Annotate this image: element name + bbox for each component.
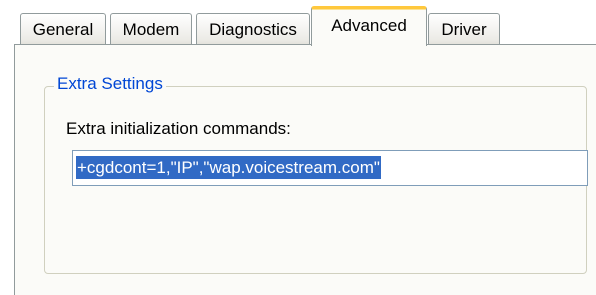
tab-modem[interactable]: Modem: [110, 13, 192, 44]
tab-advanced[interactable]: Advanced: [311, 6, 427, 46]
extra-init-commands-label: Extra initialization commands:: [66, 119, 291, 138]
tab-driver[interactable]: Driver: [428, 13, 500, 44]
tab-diagnostics[interactable]: Diagnostics: [196, 13, 310, 44]
tab-general[interactable]: General: [20, 13, 106, 44]
properties-dialog: General Modem Diagnostics Driver Advance…: [0, 0, 596, 295]
extra-settings-group-title: Extra Settings: [54, 73, 166, 95]
extra-init-commands-value: +cgdcont=1,"IP","wap.voicestream.com": [76, 156, 381, 179]
extra-init-commands-input[interactable]: +cgdcont=1,"IP","wap.voicestream.com": [72, 150, 588, 186]
